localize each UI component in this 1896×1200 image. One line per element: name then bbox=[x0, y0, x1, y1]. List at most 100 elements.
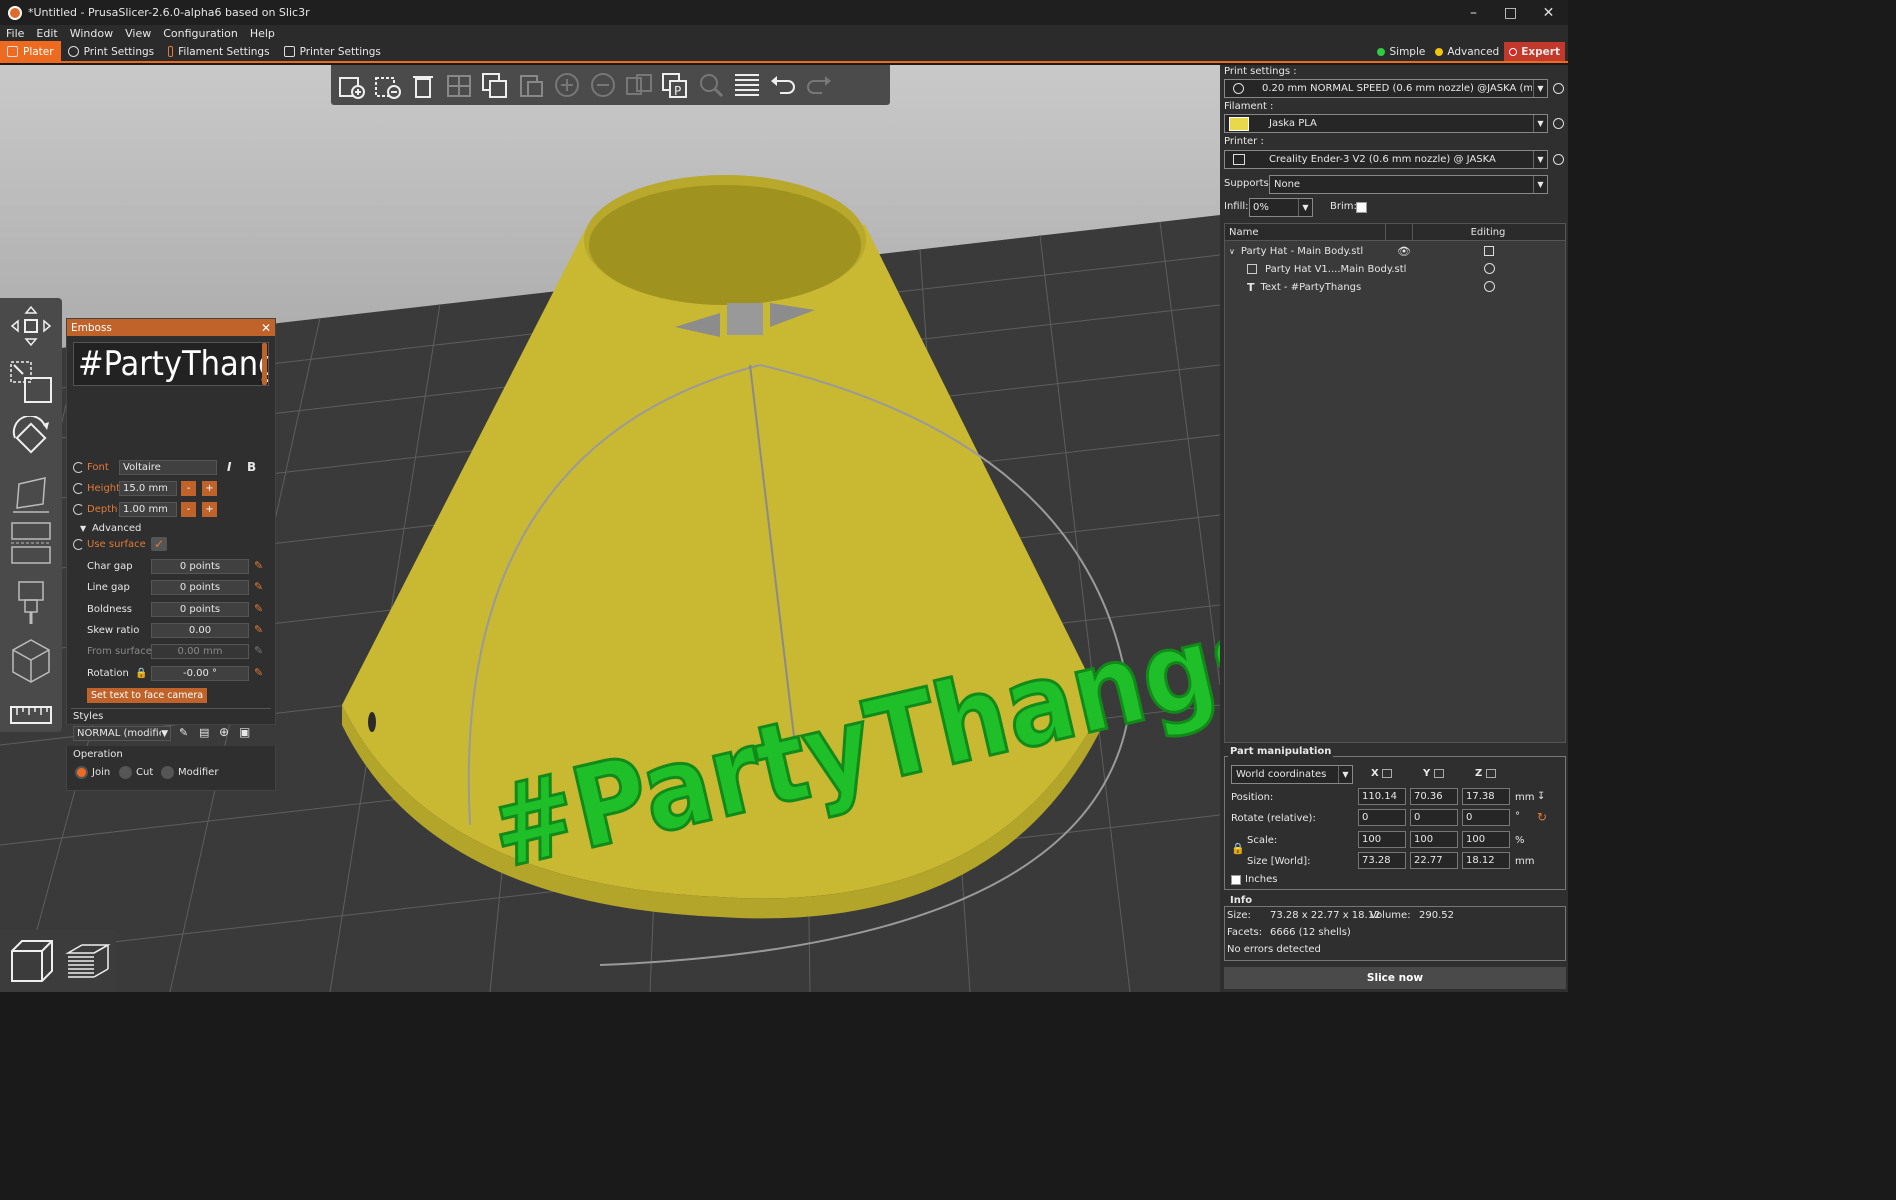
menu-window[interactable]: Window bbox=[64, 27, 119, 40]
inches-checkbox[interactable] bbox=[1231, 875, 1241, 885]
rotate-tool[interactable] bbox=[6, 416, 56, 460]
expand-arrow-icon[interactable]: ∨ bbox=[1229, 247, 1235, 256]
minimize-button[interactable]: – bbox=[1455, 0, 1492, 25]
simplify-tool[interactable] bbox=[6, 638, 56, 683]
italic-icon[interactable]: I bbox=[227, 460, 231, 474]
menu-edit[interactable]: Edit bbox=[30, 27, 63, 40]
col-editing[interactable]: Editing bbox=[1413, 227, 1563, 238]
part-text-gear-icon[interactable] bbox=[1484, 281, 1495, 292]
add-button[interactable] bbox=[335, 69, 367, 101]
scale-lock-icon[interactable]: 🔒 bbox=[1231, 842, 1245, 855]
coordinates-combo[interactable]: World coordinates ▼ bbox=[1231, 765, 1353, 784]
line-gap-input[interactable]: 0 points bbox=[151, 579, 249, 595]
print-settings-combo[interactable]: 0.20 mm NORMAL SPEED (0.6 mm nozzle) @JA… bbox=[1224, 79, 1548, 98]
preview-button[interactable] bbox=[62, 935, 112, 988]
col-name[interactable]: Name bbox=[1225, 227, 1385, 238]
op-modifier[interactable]: Modifier bbox=[161, 766, 218, 779]
emboss-close-icon[interactable]: ✕ bbox=[261, 321, 271, 335]
scale-tool[interactable] bbox=[6, 360, 56, 404]
delete-all-button[interactable] bbox=[407, 69, 439, 101]
undo-button[interactable] bbox=[767, 69, 799, 101]
line-gap-edit-icon[interactable]: ✎ bbox=[254, 581, 266, 593]
mode-simple[interactable]: Simple bbox=[1372, 42, 1430, 61]
tab-filament-settings[interactable]: Filament Settings bbox=[161, 41, 276, 62]
object-settings-icon[interactable] bbox=[1484, 246, 1494, 256]
close-window-button[interactable]: ✕ bbox=[1530, 0, 1567, 25]
height-input[interactable]: 15.0 mm bbox=[119, 480, 177, 496]
part-body-gear-icon[interactable] bbox=[1484, 263, 1495, 274]
tab-printer-settings[interactable]: Printer Settings bbox=[277, 41, 388, 62]
op-join[interactable]: Join bbox=[75, 766, 110, 779]
menu-file[interactable]: File bbox=[0, 27, 30, 40]
position-y-input[interactable]: 70.36 bbox=[1410, 788, 1458, 805]
menu-configuration[interactable]: Configuration bbox=[157, 27, 244, 40]
menu-view[interactable]: View bbox=[119, 27, 157, 40]
cut-tool[interactable] bbox=[6, 522, 56, 566]
rotation-input[interactable]: -0.00 ° bbox=[151, 665, 249, 681]
add-instance-button[interactable] bbox=[551, 69, 583, 101]
printer-gear-icon[interactable] bbox=[1553, 154, 1564, 165]
mode-advanced[interactable]: Advanced bbox=[1430, 42, 1504, 61]
print-settings-gear-icon[interactable] bbox=[1553, 83, 1564, 94]
reset-rotation-icon[interactable]: ↻ bbox=[1537, 810, 1547, 824]
depth-reset-icon[interactable] bbox=[73, 503, 84, 515]
font-select[interactable]: Voltaire bbox=[119, 459, 217, 475]
position-x-input[interactable]: 110.14 bbox=[1358, 788, 1406, 805]
filament-combo[interactable]: Jaska PLA ▼ bbox=[1224, 114, 1548, 133]
tab-print-settings[interactable]: Print Settings bbox=[61, 41, 162, 62]
tab-plater[interactable]: Plater bbox=[0, 41, 61, 62]
split-parts-button[interactable]: P bbox=[659, 69, 691, 101]
style-save-icon[interactable]: ▤ bbox=[199, 726, 209, 739]
boldness-edit-icon[interactable]: ✎ bbox=[254, 603, 266, 615]
emboss-text-input[interactable]: #PartyThangs bbox=[73, 342, 269, 386]
copy-button[interactable] bbox=[479, 69, 511, 101]
menu-help[interactable]: Help bbox=[244, 27, 281, 40]
from-surface-edit-icon[interactable]: ✎ bbox=[254, 645, 266, 657]
part-row-text[interactable]: T Text - #PartyThangs bbox=[1247, 278, 1565, 296]
style-add-icon[interactable]: ⊕ bbox=[219, 725, 229, 739]
use-surface-reset-icon[interactable] bbox=[73, 538, 84, 550]
object-row-main[interactable]: ∨ Party Hat - Main Body.stl 👁 bbox=[1225, 242, 1565, 260]
op-cut[interactable]: Cut bbox=[119, 766, 153, 779]
gizmo-handle-center[interactable] bbox=[727, 303, 763, 335]
size-y-input[interactable]: 22.77 bbox=[1410, 852, 1458, 869]
height-plus-button[interactable]: + bbox=[202, 480, 217, 496]
arrange-button[interactable] bbox=[443, 69, 475, 101]
style-delete-icon[interactable]: ▣ bbox=[239, 725, 250, 739]
scale-x-input[interactable]: 100 bbox=[1358, 831, 1406, 848]
mode-expert[interactable]: Expert bbox=[1504, 42, 1565, 61]
from-surface-input[interactable]: 0.00 mm bbox=[151, 643, 249, 659]
height-minus-button[interactable]: - bbox=[181, 480, 196, 496]
brim-checkbox[interactable] bbox=[1356, 202, 1367, 213]
supports-paint-tool[interactable] bbox=[6, 580, 56, 624]
depth-plus-button[interactable]: + bbox=[202, 501, 217, 517]
3d-view-button[interactable] bbox=[6, 935, 56, 988]
face-camera-button[interactable]: Set text to face camera bbox=[87, 688, 208, 703]
drop-to-bed-icon[interactable]: ↧ bbox=[1537, 791, 1545, 802]
move-tool[interactable] bbox=[6, 304, 56, 348]
visibility-eye-icon[interactable]: 👁 bbox=[1397, 245, 1411, 258]
lock-icon[interactable]: 🔒 bbox=[135, 668, 147, 679]
style-select[interactable]: NORMAL (modified) ▼ bbox=[73, 726, 171, 741]
printer-combo[interactable]: Creality Ender-3 V2 (0.6 mm nozzle) @ JA… bbox=[1224, 150, 1548, 169]
emboss-text-scrollbar[interactable] bbox=[262, 343, 267, 385]
part-row-body[interactable]: Party Hat V1....Main Body.stl bbox=[1247, 260, 1565, 278]
scale-z-input[interactable]: 100 bbox=[1462, 831, 1510, 848]
use-surface-checkbox[interactable]: ✓ bbox=[151, 537, 167, 551]
infill-combo[interactable]: 0% ▼ bbox=[1249, 198, 1313, 217]
boldness-input[interactable]: 0 points bbox=[151, 601, 249, 617]
delete-button[interactable] bbox=[371, 69, 403, 101]
split-objects-button[interactable] bbox=[623, 69, 655, 101]
height-reset-icon[interactable] bbox=[73, 482, 84, 494]
slice-now-button[interactable]: Slice now bbox=[1224, 967, 1566, 989]
char-gap-edit-icon[interactable]: ✎ bbox=[254, 560, 266, 572]
rotate-y-input[interactable]: 0 bbox=[1410, 809, 1458, 826]
layers-editing-button[interactable] bbox=[731, 69, 763, 101]
char-gap-input[interactable]: 0 points bbox=[151, 558, 249, 574]
filament-gear-icon[interactable] bbox=[1553, 118, 1564, 129]
rotate-z-input[interactable]: 0 bbox=[1462, 809, 1510, 826]
font-reset-icon[interactable] bbox=[73, 461, 84, 473]
search-button[interactable] bbox=[695, 69, 727, 101]
size-z-input[interactable]: 18.12 bbox=[1462, 852, 1510, 869]
position-z-input[interactable]: 17.38 bbox=[1462, 788, 1510, 805]
